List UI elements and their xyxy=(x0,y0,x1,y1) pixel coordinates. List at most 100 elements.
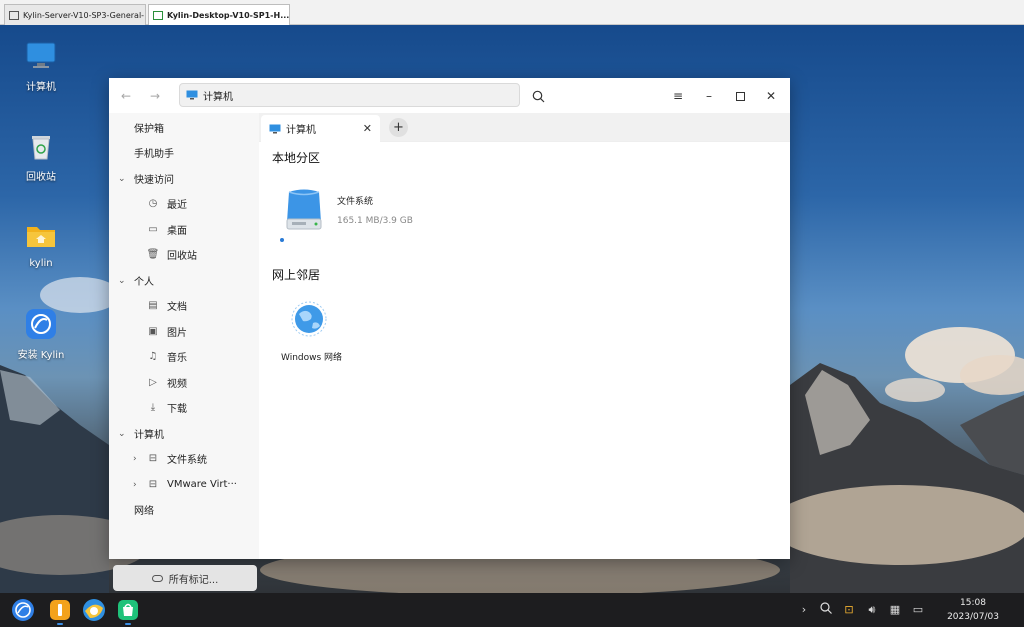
close-button[interactable]: ✕ xyxy=(761,86,781,106)
search-icon[interactable] xyxy=(818,602,834,618)
sidebar-item-label: 快速访问 xyxy=(134,175,174,186)
all-tags-button[interactable]: 所有标记... xyxy=(113,565,257,591)
maximize-icon xyxy=(735,91,745,101)
menu-button[interactable]: ≡ xyxy=(668,86,688,106)
sidebar-item-label: 回收站 xyxy=(167,251,197,262)
file-manager-taskbar-icon[interactable] xyxy=(48,598,72,622)
trash-icon xyxy=(25,130,57,162)
sidebar-item-downloads[interactable]: ⤓ 下载 xyxy=(109,395,259,420)
computer-icon xyxy=(186,90,198,100)
start-menu-icon[interactable] xyxy=(11,598,35,622)
software-store-icon[interactable] xyxy=(116,598,140,622)
clock-date: 2023/07/03 xyxy=(947,612,999,622)
sidebar-item-desktop[interactable]: ▭ 桌面 xyxy=(109,217,259,242)
sidebar: 保护箱 手机助手 ⌄ 快速访问 ◷ 最近 ▭ 桌面 🗑 回收站 ⌄ 个人 ▤ 文档 ▣ 图片 … xyxy=(109,113,259,591)
vm-tab-label: Kylin-Server-V10-SP3-General-... xyxy=(23,10,146,20)
hard-drive-icon[interactable] xyxy=(283,188,325,232)
network-item-name[interactable]: Windows 网络 xyxy=(281,350,342,363)
chevron-right-icon[interactable]: › xyxy=(133,480,137,490)
address-text: 计算机 xyxy=(203,91,233,103)
sidebar-item-label: 最近 xyxy=(167,200,187,211)
download-icon: ⤓ xyxy=(150,402,156,413)
sidebar-item-label: 桌面 xyxy=(167,226,187,237)
desktop-icon-kylin-home[interactable]: kylin xyxy=(1,220,81,269)
sidebar-item-label: VMware Virt··· xyxy=(167,479,237,490)
taskbar: › ⊡ 🔊︎ ▦ ▭ 15:08 2023/07/03 xyxy=(0,593,1024,627)
video-icon: ▷ xyxy=(149,377,157,388)
chevron-down-icon[interactable]: ⌄ xyxy=(118,429,126,439)
running-indicator xyxy=(57,623,63,625)
back-button[interactable]: ← xyxy=(117,87,135,105)
tray-expand-icon[interactable]: › xyxy=(796,602,812,618)
sidebar-item-vault[interactable]: 保护箱 xyxy=(109,115,259,140)
sidebar-item-network[interactable]: 网络 xyxy=(109,497,259,522)
sidebar-item-label: 计算机 xyxy=(134,430,164,441)
picture-icon: ▣ xyxy=(148,326,158,337)
close-icon[interactable]: ✕ xyxy=(363,122,372,135)
document-icon: ▤ xyxy=(148,300,158,311)
music-icon: ♫ xyxy=(148,351,158,362)
search-icon xyxy=(532,90,544,102)
notification-icon[interactable]: ▭ xyxy=(910,602,926,618)
desktop-icon-computer[interactable]: 计算机 xyxy=(1,40,81,93)
drive-icon: ⊟ xyxy=(148,453,158,464)
sidebar-item-documents[interactable]: ▤ 文档 xyxy=(109,293,259,318)
sidebar-item-label: 视频 xyxy=(167,379,187,390)
desktop-icon-label: 计算机 xyxy=(26,82,56,93)
sidebar-item-vmware-drive[interactable]: › ⊟ VMware Virt··· xyxy=(109,472,259,497)
menu-icon: ≡ xyxy=(672,89,684,103)
sidebar-item-videos[interactable]: ▷ 视频 xyxy=(109,370,259,395)
sidebar-item-label: 文件系统 xyxy=(167,455,207,466)
title-bar: ← → 计算机 ≡ – ✕ xyxy=(109,78,790,113)
browser-icon[interactable] xyxy=(82,598,106,622)
plus-icon: + xyxy=(393,120,404,135)
close-icon[interactable]: ✕ xyxy=(289,10,290,20)
minimize-button[interactable]: – xyxy=(699,86,719,106)
vm-tab-kylin-server[interactable]: Kylin-Server-V10-SP3-General-... ✕ xyxy=(4,4,146,25)
section-local-partitions: 本地分区 xyxy=(272,151,321,165)
sidebar-item-trash[interactable]: 🗑 回收站 xyxy=(109,242,259,267)
address-bar[interactable]: 计算机 xyxy=(179,83,520,107)
network-globe-icon[interactable] xyxy=(289,299,329,339)
tag-icon xyxy=(151,574,163,582)
close-icon: ✕ xyxy=(765,89,777,103)
sidebar-group-personal[interactable]: ⌄ 个人 xyxy=(109,268,259,293)
desktop-icon: ▭ xyxy=(148,224,158,235)
sidebar-item-label: 个人 xyxy=(134,277,154,288)
update-icon[interactable]: ⊡ xyxy=(841,602,857,618)
search-button[interactable] xyxy=(528,86,548,106)
sidebar-item-label: 下载 xyxy=(167,404,187,415)
desktop-icon-label: 回收站 xyxy=(26,172,56,183)
clock[interactable]: 15:08 2023/07/03 xyxy=(940,596,1006,624)
sidebar-item-label: 保护箱 xyxy=(134,124,164,135)
forward-button[interactable]: → xyxy=(146,87,164,105)
sidebar-group-computer[interactable]: ⌄ 计算机 xyxy=(109,421,259,446)
volume-icon[interactable]: 🔊︎ xyxy=(864,602,880,618)
sidebar-item-recent[interactable]: ◷ 最近 xyxy=(109,191,259,216)
sidebar-item-pictures[interactable]: ▣ 图片 xyxy=(109,319,259,344)
vm-running-icon xyxy=(153,10,163,20)
chevron-down-icon[interactable]: ⌄ xyxy=(118,174,126,184)
chevron-right-icon[interactable]: › xyxy=(133,454,137,464)
drive-name[interactable]: 文件系统 xyxy=(337,194,373,207)
sidebar-item-label: 手机助手 xyxy=(134,149,174,160)
sidebar-item-phone-assistant[interactable]: 手机助手 xyxy=(109,140,259,165)
tab-bar: 计算机 ✕ + xyxy=(259,113,790,142)
desktop-icon-install-kylin[interactable]: 安装 Kylin xyxy=(1,308,81,361)
vm-tab-kylin-desktop[interactable]: Kylin-Desktop-V10-SP1-H... ✕ xyxy=(148,4,290,25)
new-tab-button[interactable]: + xyxy=(389,118,408,137)
chevron-down-icon[interactable]: ⌄ xyxy=(118,276,126,286)
content-area: 计算机 ✕ + 本地分区 文件系统 165.1 MB/3.9 GB 网上邻居 W… xyxy=(259,113,790,559)
sidebar-item-file-system[interactable]: › ⊟ 文件系统 xyxy=(109,446,259,471)
clock-time: 15:08 xyxy=(960,598,986,608)
sidebar-group-quick-access[interactable]: ⌄ 快速访问 xyxy=(109,166,259,191)
maximize-button[interactable] xyxy=(730,86,750,106)
sidebar-item-music[interactable]: ♫ 音乐 xyxy=(109,344,259,369)
desktop-icon-trash[interactable]: 回收站 xyxy=(1,130,81,183)
keyboard-icon[interactable]: ▦ xyxy=(887,602,903,618)
desktop-icon-label: kylin xyxy=(29,258,53,269)
computer-icon xyxy=(25,40,57,72)
tab-computer[interactable]: 计算机 ✕ xyxy=(261,115,380,142)
vm-tab-strip: Kylin-Server-V10-SP3-General-... ✕ Kylin… xyxy=(0,0,1024,25)
file-manager-window: ← → 计算机 ≡ – ✕ 保护箱 手机助手 ⌄ 快速访问 ◷ 最近 ▭ 桌面 🗑 回收… xyxy=(109,78,790,591)
